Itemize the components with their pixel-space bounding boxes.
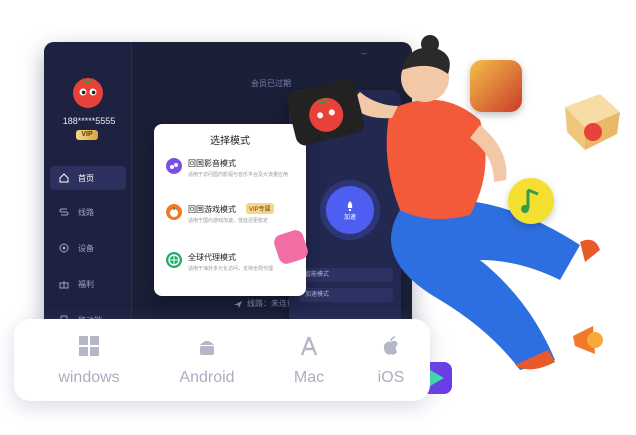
platform-mac[interactable]: Mac [264, 333, 354, 387]
mode-title: 回国影音模式 [188, 159, 236, 168]
android-icon [194, 333, 220, 359]
nav-home[interactable]: 首页 [50, 166, 126, 190]
gift-icon [58, 278, 70, 290]
nav-label: 设备 [78, 243, 94, 253]
game-app-icon [470, 60, 522, 112]
home-icon [58, 172, 70, 184]
platform-ios[interactable]: iOS [346, 333, 436, 387]
mode-option-game[interactable]: 回国游戏模式 VIP专属 适用于国内游戏加速，低延迟更稳定 [166, 203, 296, 240]
mode-title: 回国游戏模式 [188, 205, 236, 214]
platform-label: Android [179, 369, 235, 386]
mode-title: 全球代理模式 [188, 253, 236, 262]
nav-device[interactable]: 设备 [50, 236, 126, 260]
mac-icon [296, 333, 322, 359]
device-icon [58, 242, 70, 254]
music-mode-icon [166, 158, 182, 174]
music-note-icon [508, 178, 554, 224]
global-mode-icon [166, 252, 182, 268]
game-mode-icon [166, 204, 182, 220]
megaphone-icon [573, 326, 603, 354]
vip-exclusive-tag: VIP专属 [246, 203, 274, 214]
nav-label: 福利 [78, 279, 94, 289]
windows-icon [76, 333, 102, 359]
platform-android[interactable]: Android [162, 333, 252, 387]
platform-label: Mac [293, 369, 325, 386]
platform-label: iOS [377, 369, 405, 386]
nav-welfare[interactable]: 福利 [50, 272, 126, 296]
nav-label: 线路 [78, 207, 94, 217]
platform-label: windows [58, 369, 120, 386]
vip-badge: VIP [76, 130, 98, 140]
gift-box-icon [565, 94, 620, 150]
mode-option-global[interactable]: 全球代理模式 适用于海外多元化访问，支持全局代理 [166, 252, 296, 288]
nav-label: 首页 [78, 173, 94, 183]
platform-bar: windows Android Mac iOS [14, 319, 430, 401]
tomato-avatar[interactable] [68, 70, 108, 110]
mode-option-media[interactable]: 回国影音模式 适用于访问国内影视与音乐平台及大流量应用 [166, 158, 296, 194]
nav-route[interactable]: 线路 [50, 200, 126, 224]
sidebar: 188*****5555 VIP 首页 线路 设备 福利 [44, 42, 132, 342]
plane-icon [234, 300, 242, 308]
phone-number: 188*****5555 [62, 116, 116, 126]
apple-icon [378, 333, 404, 359]
route-icon [58, 206, 70, 218]
platform-windows[interactable]: windows [44, 333, 134, 387]
